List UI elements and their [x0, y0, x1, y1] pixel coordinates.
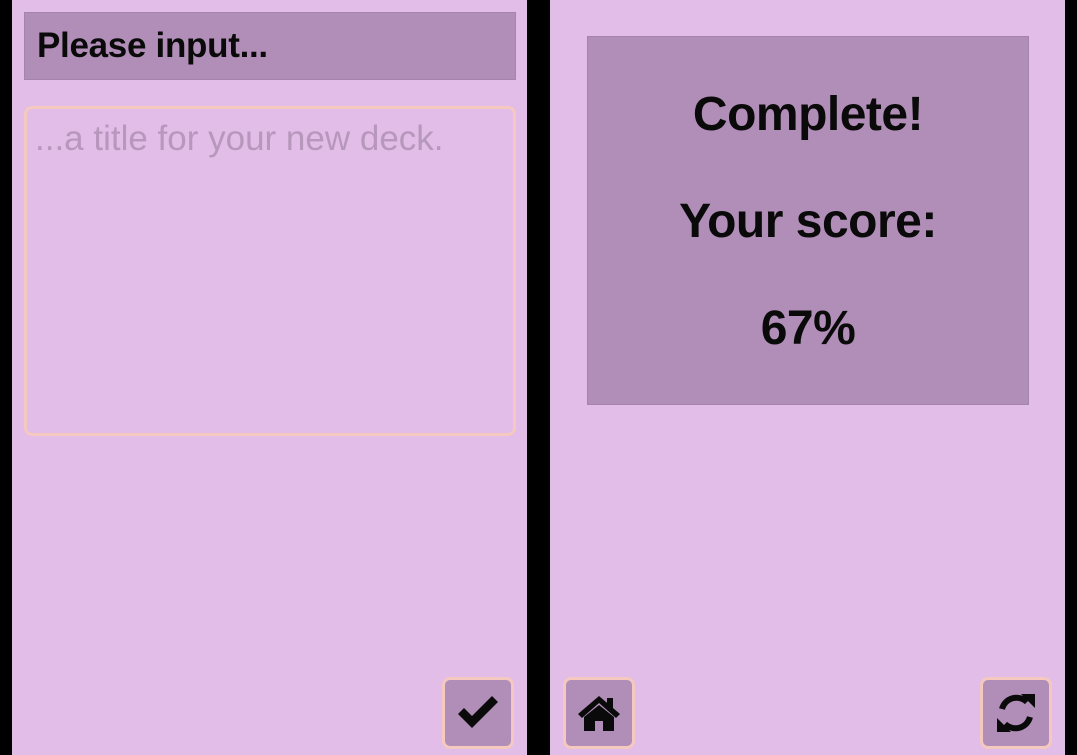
confirm-button[interactable]: [442, 677, 514, 749]
prompt-title: Please input...: [37, 26, 268, 65]
score-label: Your score:: [679, 195, 937, 248]
new-deck-screen: Please input...: [12, 0, 527, 755]
prompt-header: Please input...: [24, 12, 516, 80]
quiz-result-screen: Complete! Your score: 67%: [550, 0, 1065, 755]
check-icon: [455, 694, 501, 732]
home-icon: [576, 693, 622, 733]
home-button[interactable]: [563, 677, 635, 749]
deck-title-input[interactable]: [24, 106, 516, 436]
restart-button[interactable]: [980, 677, 1052, 749]
result-card: Complete! Your score: 67%: [587, 36, 1029, 405]
refresh-icon: [993, 690, 1039, 736]
score-value: 67%: [760, 302, 856, 355]
complete-heading: Complete!: [692, 88, 924, 141]
